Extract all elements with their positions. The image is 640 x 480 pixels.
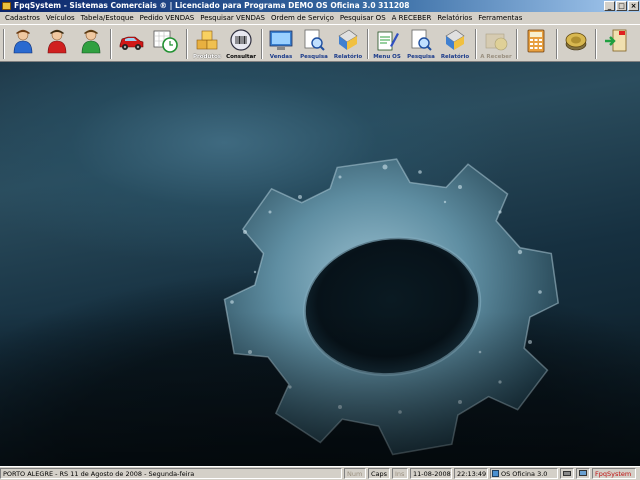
relatorio-os-button[interactable]: Relatório [438,26,472,61]
relatorio-vendas-label: Relatório [333,54,363,60]
version-icon [492,470,499,477]
clipboard-pencil-icon [377,31,399,51]
window-controls: _ □ × [604,1,639,11]
person-blue-icon [13,29,33,54]
cofre-button[interactable] [559,26,593,61]
status-location: PORTO ALEGRE - RS 11 de Agosto de 2008 -… [0,468,342,479]
document-search-icon [411,29,432,51]
document-search-icon [304,29,325,51]
menu-cadastros[interactable]: Cadastros [2,12,43,24]
menu-relatorios[interactable]: Relatórios [434,12,475,24]
money-icon [485,33,508,51]
a-receber-button[interactable]: A Receber [479,26,513,61]
maximize-button[interactable]: □ [616,1,627,11]
menu-pedido-vendas[interactable]: Pedido VENDAS [137,12,198,24]
vendedores-button[interactable] [40,26,74,61]
relatorio-os-label: Relatório [440,54,470,60]
status-version-text: OS Oficina 3.0 [501,470,548,478]
menu-tabela-estoque[interactable]: Tabela/Estoque [78,12,137,24]
produtos-button[interactable]: Produtos [190,26,224,61]
a-receber-label: A Receber [480,54,512,60]
title-bar: FpqSystem - Sistemas Comerciais ® | Lice… [0,0,640,12]
calculator-icon [527,29,545,53]
status-version: OS Oficina 3.0 [490,468,558,479]
agenda-button[interactable] [148,26,182,61]
menu-a-receber[interactable]: A RECEBER [389,12,435,24]
menu-os-button[interactable]: Menu OS [370,26,404,61]
boxes-icon [196,30,218,50]
menu-bar: Cadastros Veículos Tabela/Estoque Pedido… [0,12,640,24]
car-icon [119,36,144,50]
fornecedores-button[interactable] [74,26,108,61]
toolbar-separator [110,29,112,59]
close-button[interactable]: × [628,1,639,11]
status-time: 22:13:49 [454,468,488,479]
minimize-button[interactable]: _ [604,1,615,11]
report-icon [338,29,358,50]
consultar-label: Consultar [226,54,256,60]
toolbar-separator [595,29,597,59]
report-icon [445,29,465,50]
toolbar: Produtos Consultar Vendas Pesquisa Relat… [0,24,640,62]
status-ins: Ins [392,468,408,479]
workspace-background [0,62,640,466]
monitor-icon [269,30,293,50]
menu-ordem-servico[interactable]: Ordem de Serviço [268,12,337,24]
coin-icon [565,32,587,51]
monitor-status-icon[interactable] [576,468,590,479]
menu-veiculos[interactable]: Veículos [43,12,78,24]
person-green-icon [81,29,101,54]
app-icon [2,2,11,10]
gear-wallpaper [0,158,640,466]
exit-door-icon [605,29,627,52]
calendar-clock-icon [153,30,178,53]
status-caps: Caps [368,468,390,479]
toolbar-separator [556,29,558,59]
relatorio-vendas-button[interactable]: Relatório [331,26,365,61]
toolbar-separator [516,29,518,59]
menu-pesquisar-os[interactable]: Pesquisar OS [337,12,389,24]
menu-pesquisar-vendas[interactable]: Pesquisar VENDAS [197,12,268,24]
barcode-icon [230,29,252,51]
status-brand: FpqSystem [592,468,636,479]
calculadora-button[interactable] [519,26,553,61]
pesquisa-vendas-button[interactable]: Pesquisa [297,26,331,61]
status-date: 11-08-2008 [410,468,452,479]
sair-button[interactable] [599,26,633,61]
pesquisa-os-button[interactable]: Pesquisa [404,26,438,61]
window-title: FpqSystem - Sistemas Comerciais ® | Lice… [14,1,410,10]
toolbar-separator [3,29,5,59]
menu-ferramentas[interactable]: Ferramentas [475,12,525,24]
consultar-button[interactable]: Consultar [224,26,258,61]
status-bar: PORTO ALEGRE - RS 11 de Agosto de 2008 -… [0,466,640,480]
printer-icon[interactable] [560,468,574,479]
person-red-icon [47,29,67,54]
status-num: Num [344,468,366,479]
clientes-button[interactable] [6,26,40,61]
veiculos-button[interactable] [114,26,148,61]
